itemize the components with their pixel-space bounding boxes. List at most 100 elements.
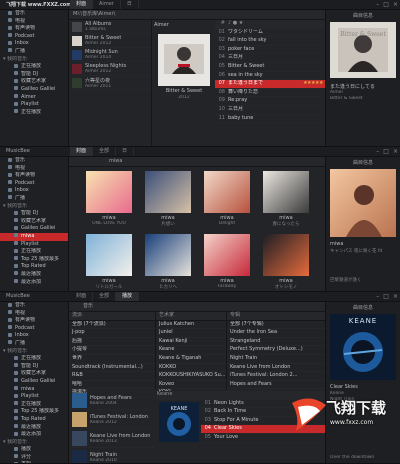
sidebar-item[interactable]: Playlist <box>0 241 68 249</box>
sidebar-item[interactable]: Inbox <box>0 187 68 195</box>
track-row[interactable]: 04三日月 <box>215 54 325 63</box>
artist-item[interactable]: Keane & Tiganah <box>156 355 226 364</box>
track-row[interactable]: 02fall into the sky <box>215 37 325 46</box>
track-row[interactable]: 11baby tune <box>215 115 325 124</box>
album-item[interactable]: 全部 (7个专辑) <box>227 321 325 330</box>
sidebar-item[interactable]: 音乐 <box>0 302 68 310</box>
tab-day[interactable]: 日 <box>121 0 139 9</box>
maximize-icon[interactable]: □ <box>383 0 389 9</box>
genre-item[interactable]: 嘻哈 <box>69 381 155 390</box>
track-row[interactable]: 06sea in the sky <box>215 72 325 81</box>
sidebar-item[interactable]: 收藏艺术家 <box>0 78 68 86</box>
track-row[interactable]: 05Bitter & Sweet <box>215 63 325 72</box>
genre-item[interactable]: 后摇 <box>69 338 155 347</box>
album-list-item[interactable]: Sleepless NightsAimer 2012 <box>69 62 151 76</box>
sidebar-item[interactable]: 音乐 <box>0 157 68 165</box>
sidebar-item[interactable]: Podcast <box>0 33 68 41</box>
album-item[interactable]: iTunes Festival: London 2... <box>227 372 325 381</box>
sidebar-item[interactable]: 收藏艺术家 <box>0 370 68 378</box>
album-cover[interactable] <box>158 34 210 86</box>
album-tile[interactable]: Night TrainKeane 2010 <box>69 448 155 464</box>
sidebar-item[interactable]: 最近播放 <box>0 424 68 432</box>
minimize-icon[interactable]: – <box>376 0 379 9</box>
sidebar-item[interactable]: Playlist <box>0 393 68 401</box>
tab-day[interactable]: 日 <box>116 147 134 156</box>
sidebar-item[interactable]: miwa <box>0 386 68 394</box>
album-tile[interactable]: miwa片想い <box>142 171 194 227</box>
sidebar-item[interactable]: 音乐 <box>0 10 68 18</box>
sidebar-item[interactable]: 最近添加 <box>0 431 68 439</box>
sidebar-item[interactable]: 正在播放 <box>0 109 68 117</box>
sidebar-item[interactable]: Inbox <box>0 332 68 340</box>
sidebar-item[interactable]: Top Rated <box>0 416 68 424</box>
album-tile[interactable]: miwaリトルガール <box>83 234 135 290</box>
sidebar-item[interactable]: Galileo Galilei <box>0 378 68 386</box>
sidebar-item[interactable]: Top Rated <box>0 263 68 271</box>
sidebar-item[interactable]: 广播 <box>0 195 68 203</box>
sidebar-item[interactable]: 收藏艺术家 <box>0 218 68 226</box>
sidebar-item[interactable]: 电视 <box>0 18 68 26</box>
album-tile[interactable]: iTunes Festival: LondonKeane 2012 <box>69 410 155 429</box>
album-tile[interactable]: miwaONE LOVE YOU <box>83 171 135 226</box>
track-row[interactable]: 08舞い降りた恋 <box>215 89 325 98</box>
album-tile[interactable]: miwaFaraway <box>201 234 253 289</box>
artist-item[interactable]: Julius Katchen <box>156 321 226 330</box>
sidebar-item[interactable]: 有声读物 <box>0 172 68 180</box>
sidebar-item[interactable]: Top 25 播放最多 <box>0 256 68 264</box>
sidebar-item[interactable]: 智能 DJ <box>0 363 68 371</box>
sidebar-item[interactable]: 最近添加 <box>0 279 68 287</box>
sidebar-item[interactable]: 正在播放 <box>0 63 68 71</box>
sidebar-item[interactable]: 有声读物 <box>0 25 68 33</box>
sidebar-item[interactable]: 最近播放 <box>0 271 68 279</box>
sidebar-item[interactable]: 有声读物 <box>0 317 68 325</box>
album-item[interactable]: Strangeland <box>227 338 325 347</box>
track-row[interactable]: 01ワタシドリーム <box>215 29 325 38</box>
album-item[interactable]: Hopes and Fears <box>227 381 325 390</box>
close-icon[interactable]: × <box>393 147 398 156</box>
sidebar-item[interactable]: 广播 <box>0 340 68 348</box>
sidebar-item[interactable]: 评分 <box>0 454 68 462</box>
genre-item[interactable]: 小提琴 <box>69 346 155 355</box>
album-list-item[interactable]: Midnight SunAimer 2014 <box>69 48 151 62</box>
sidebar-item[interactable]: 智能 DJ <box>0 71 68 79</box>
sidebar-item[interactable]: 智能 DJ <box>0 210 68 218</box>
artist-item[interactable]: Kawai Kenji <box>156 338 226 347</box>
artist-item[interactable]: Keane <box>156 346 226 355</box>
tab-all[interactable]: 全部 <box>93 292 116 301</box>
genre-item[interactable]: 全部 (7个流派) <box>69 321 155 330</box>
sidebar-item[interactable]: 电视 <box>0 165 68 173</box>
sidebar-item[interactable]: Aimer <box>0 94 68 102</box>
sidebar-item[interactable]: Podcast <box>0 325 68 333</box>
sidebar-item[interactable]: Inbox <box>0 40 68 48</box>
album-item[interactable]: Night Train <box>227 355 325 364</box>
sidebar-item[interactable]: 正在播放 <box>0 355 68 363</box>
minimize-icon[interactable]: – <box>376 292 379 301</box>
track-row[interactable]: 07また逢う日まで ★★★★★ <box>215 80 325 89</box>
sidebar-item[interactable]: Top 25 播放最多 <box>0 408 68 416</box>
tab-artist[interactable]: Aimer <box>93 0 121 9</box>
album-tile[interactable]: Hopes and FearsKeane 2004 <box>69 391 155 410</box>
genre-item[interactable]: R&B <box>69 372 155 381</box>
album-item[interactable]: Under the Iron Sea <box>227 329 325 338</box>
close-icon[interactable]: × <box>393 292 398 301</box>
album-item[interactable]: Keane Live from London <box>227 364 325 373</box>
sidebar-item[interactable]: Podcast <box>0 180 68 188</box>
album-tile[interactable]: Keane Live from LondonKeane 2013 <box>69 429 155 448</box>
genre-item[interactable]: Soundtrack (Instrumental...) <box>69 364 155 373</box>
album-tile[interactable]: miwa春になったら <box>260 171 312 227</box>
album-list-item[interactable]: 六等星の夜Aimer 2011 <box>69 76 151 90</box>
sidebar-item[interactable]: 正在播放 <box>0 248 68 256</box>
tab-play[interactable]: 播放 <box>116 292 139 301</box>
track-row[interactable]: 10三日月 <box>215 106 325 115</box>
tab-cover[interactable]: 封面 <box>70 0 93 9</box>
artist-item[interactable]: Juniel <box>156 329 226 338</box>
maximize-icon[interactable]: □ <box>383 292 389 301</box>
tab-cover[interactable]: 封面 <box>70 292 93 301</box>
sidebar-item[interactable]: 正在播放 <box>0 401 68 409</box>
tab-cover[interactable]: 封面 <box>70 147 93 156</box>
artist-item[interactable]: Koveo <box>156 381 226 390</box>
album-list-item[interactable]: Bitter & SweetAimer 2012 <box>69 34 151 48</box>
sidebar-item[interactable]: Galileo Galilei <box>0 225 68 233</box>
artist-item[interactable]: KOKKOUSHIKIYASUKO Su... <box>156 372 226 381</box>
album-tile[interactable]: miwaヒカリへ <box>142 234 194 290</box>
